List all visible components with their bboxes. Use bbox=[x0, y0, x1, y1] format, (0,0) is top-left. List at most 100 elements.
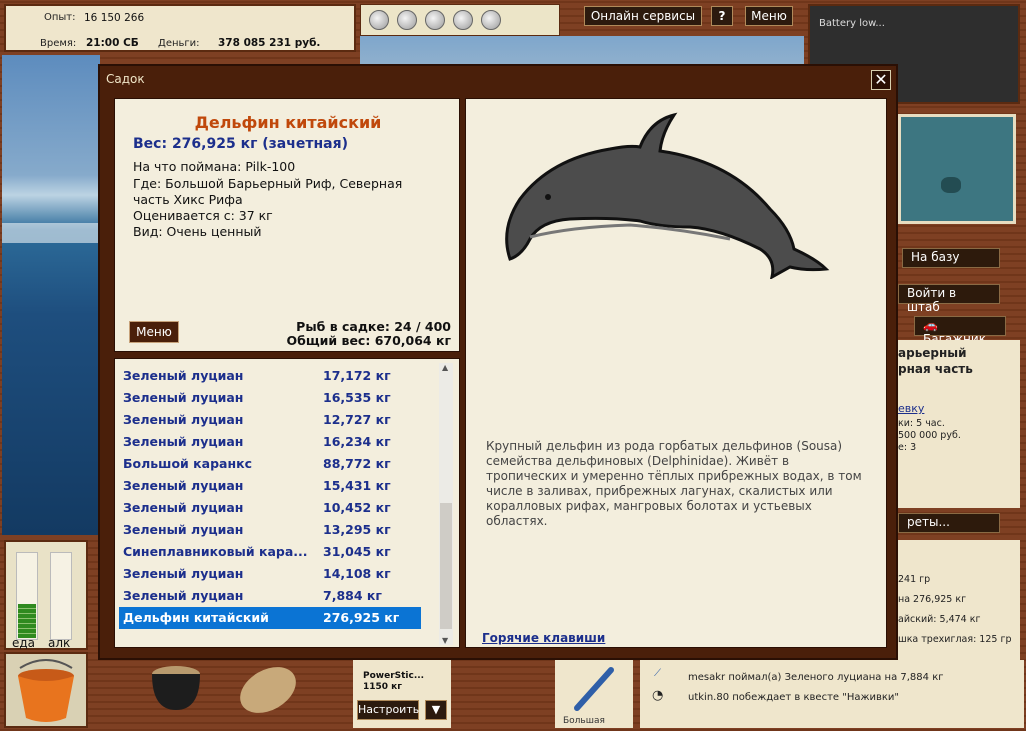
trunk-button[interactable]: 🚗 Багажник bbox=[914, 316, 1006, 346]
feed-line: на 276,925 кг bbox=[898, 594, 967, 605]
time-value: 21:00 СБ bbox=[86, 37, 139, 49]
fish-list-item-name: Дельфин китайский bbox=[123, 610, 269, 625]
main-menu-button[interactable]: Меню bbox=[745, 6, 793, 26]
fish-list: Зеленый луциан 17,172 кг Зеленый луциан 16… bbox=[114, 358, 460, 648]
feed-line: айский: 5,474 кг bbox=[898, 614, 981, 625]
location-link[interactable]: евку bbox=[898, 402, 924, 415]
location-info-b: 500 000 руб. bbox=[898, 430, 961, 441]
dolphin-image bbox=[505, 112, 830, 279]
fish-info-panel: Дельфин китайский Вес: 276,925 кг (зачет… bbox=[114, 98, 460, 352]
keepnet-bucket-button[interactable] bbox=[4, 652, 88, 728]
fish-count: Рыб в садке: 24 / 400 bbox=[296, 319, 451, 334]
fish-list-scrollbar[interactable]: ▲ ▼ bbox=[439, 363, 453, 645]
bait-bar bbox=[360, 4, 560, 36]
help-button[interactable]: ? bbox=[711, 6, 733, 26]
to-base-button[interactable]: На базу bbox=[902, 248, 1000, 268]
hotkeys-link[interactable]: Горячие клавиши bbox=[482, 631, 605, 645]
scroll-up-icon[interactable]: ▲ bbox=[442, 363, 448, 372]
fish-list-item-weight: 14,108 кг bbox=[323, 566, 391, 581]
dropdown-arrow-icon[interactable]: ▼ bbox=[425, 700, 447, 720]
close-icon[interactable]: ✕ bbox=[871, 70, 891, 90]
bait-icon[interactable] bbox=[453, 10, 473, 30]
location-line-2: часть Хикс Рифа bbox=[133, 192, 243, 207]
exp-label: Опыт: bbox=[44, 12, 76, 23]
lure-icon bbox=[574, 667, 614, 711]
time-label: Время: bbox=[40, 38, 77, 49]
scroll-down-icon[interactable]: ▼ bbox=[442, 636, 448, 645]
food-meter-fill bbox=[18, 604, 36, 638]
fish-list-item-weight: 276,925 кг bbox=[323, 610, 400, 625]
lure-label: Большая bbox=[563, 716, 605, 726]
food-label: еда bbox=[12, 636, 36, 650]
fish-list-item-name: Зеленый луциан bbox=[123, 500, 244, 515]
fish-list-item-name: Синеплавниковый кара... bbox=[123, 544, 308, 559]
fish-list-item[interactable]: Зеленый луциан 12,727 кг bbox=[119, 409, 421, 431]
fish-description: Крупный дельфин из рода горбатых дельфин… bbox=[486, 439, 862, 528]
rod-slot: PowerStic... 1150 кг Настроить ▼ bbox=[353, 658, 451, 728]
status-meters: еда алк bbox=[4, 540, 88, 650]
enter-hq-button[interactable]: Войти в штаб bbox=[898, 284, 1000, 314]
sea-background bbox=[2, 55, 100, 535]
sea-background-top bbox=[360, 36, 804, 64]
feed-line: mesakr поймал(а) Зеленого луциана на 7,8… bbox=[688, 672, 944, 683]
fish-list-item[interactable]: Большой каранкс 88,772 кг bbox=[119, 453, 421, 475]
modal-title: Садок bbox=[106, 72, 145, 86]
fish-list-item[interactable]: Зеленый луциан 17,172 кг bbox=[119, 365, 421, 387]
rod-name: PowerStic... bbox=[363, 671, 425, 681]
total-weight: Общий вес: 670,064 кг bbox=[286, 333, 452, 348]
fish-list-item-name: Зеленый луциан bbox=[123, 478, 244, 493]
fish-weight: Вес: 276,925 кг (зачетная) bbox=[133, 136, 348, 152]
cauldron-button[interactable] bbox=[146, 660, 206, 716]
location-line-1: арьерный bbox=[898, 346, 967, 360]
fish-list-item[interactable]: Зеленый луциан 7,884 кг bbox=[119, 585, 421, 607]
secrets-button[interactable]: реты... bbox=[898, 513, 1000, 533]
map-thumbnail[interactable] bbox=[898, 114, 1016, 224]
alcohol-label: алк bbox=[48, 636, 71, 650]
fish-list-item-weight: 13,295 кг bbox=[323, 522, 391, 537]
fish-list-item-weight: 88,772 кг bbox=[323, 456, 391, 471]
wave-foam bbox=[2, 223, 100, 243]
bait-icon[interactable] bbox=[369, 10, 389, 30]
fish-list-item-weight: 16,535 кг bbox=[323, 390, 391, 405]
fish-list-item-weight: 17,172 кг bbox=[323, 368, 391, 383]
net-bag-button[interactable] bbox=[232, 660, 304, 716]
scrollbar-thumb[interactable] bbox=[440, 503, 452, 629]
location-info-panel: арьерный рная часть евку ки: 5 час. 500 … bbox=[898, 340, 1020, 508]
fish-menu-button[interactable]: Меню bbox=[129, 321, 179, 343]
alcohol-meter bbox=[50, 552, 72, 640]
fish-list-item[interactable]: Зеленый луциан 16,535 кг bbox=[119, 387, 421, 409]
location-line-1: Где: Большой Барьерный Риф, Северная bbox=[133, 176, 403, 191]
fish-list-item[interactable]: Зеленый луциан 14,108 кг bbox=[119, 563, 421, 585]
bait-icon[interactable] bbox=[397, 10, 417, 30]
event-feed: ⟋ mesakr поймал(а) Зеленого луциана на 7… bbox=[640, 660, 1024, 728]
fish-list-item-selected[interactable]: Дельфин китайский 276,925 кг bbox=[119, 607, 421, 629]
cauldron-icon bbox=[152, 666, 200, 710]
rated-from: Оценивается с: 37 кг bbox=[133, 208, 273, 223]
fish-list-item[interactable]: Зеленый луциан 15,431 кг bbox=[119, 475, 421, 497]
lure-slot[interactable]: Большая bbox=[555, 660, 633, 728]
fish-list-item[interactable]: Синеплавниковый кара... 31,045 кг bbox=[119, 541, 421, 563]
fish-list-item-name: Зеленый луциан bbox=[123, 522, 244, 537]
feed-line: шка трехиглая: 125 гр bbox=[898, 634, 1012, 645]
setup-button[interactable]: Настроить bbox=[357, 700, 419, 720]
rod-weight: 1150 кг bbox=[363, 682, 402, 692]
location-info-c: е: 3 bbox=[898, 442, 917, 453]
fish-list-item[interactable]: Зеленый луциан 13,295 кг bbox=[119, 519, 421, 541]
feed-line: 241 гр bbox=[898, 574, 931, 585]
bait-icon[interactable] bbox=[481, 10, 501, 30]
clock-icon: ◔ bbox=[652, 688, 664, 703]
fish-list-item[interactable]: Зеленый луциан 16,234 кг bbox=[119, 431, 421, 453]
fish-list-item-weight: 15,431 кг bbox=[323, 478, 391, 493]
money-value: 378 085 231 руб. bbox=[218, 37, 321, 49]
fish-list-item-name: Большой каранкс bbox=[123, 456, 252, 471]
bait-icon[interactable] bbox=[425, 10, 445, 30]
caught-on: На что поймана: Pilk-100 bbox=[133, 159, 296, 174]
net-bag-icon bbox=[240, 667, 296, 713]
exp-value: 16 150 266 bbox=[84, 12, 145, 24]
fish-list-item-weight: 31,045 кг bbox=[323, 544, 391, 559]
fish-list-item[interactable]: Зеленый луциан 10,452 кг bbox=[119, 497, 421, 519]
online-services-button[interactable]: Онлайн сервисы bbox=[584, 6, 702, 26]
fish-icon: ⟋ bbox=[654, 668, 661, 679]
fish-name: Дельфин китайский bbox=[194, 113, 382, 132]
fish-list-item-name: Зеленый луциан bbox=[123, 566, 244, 581]
